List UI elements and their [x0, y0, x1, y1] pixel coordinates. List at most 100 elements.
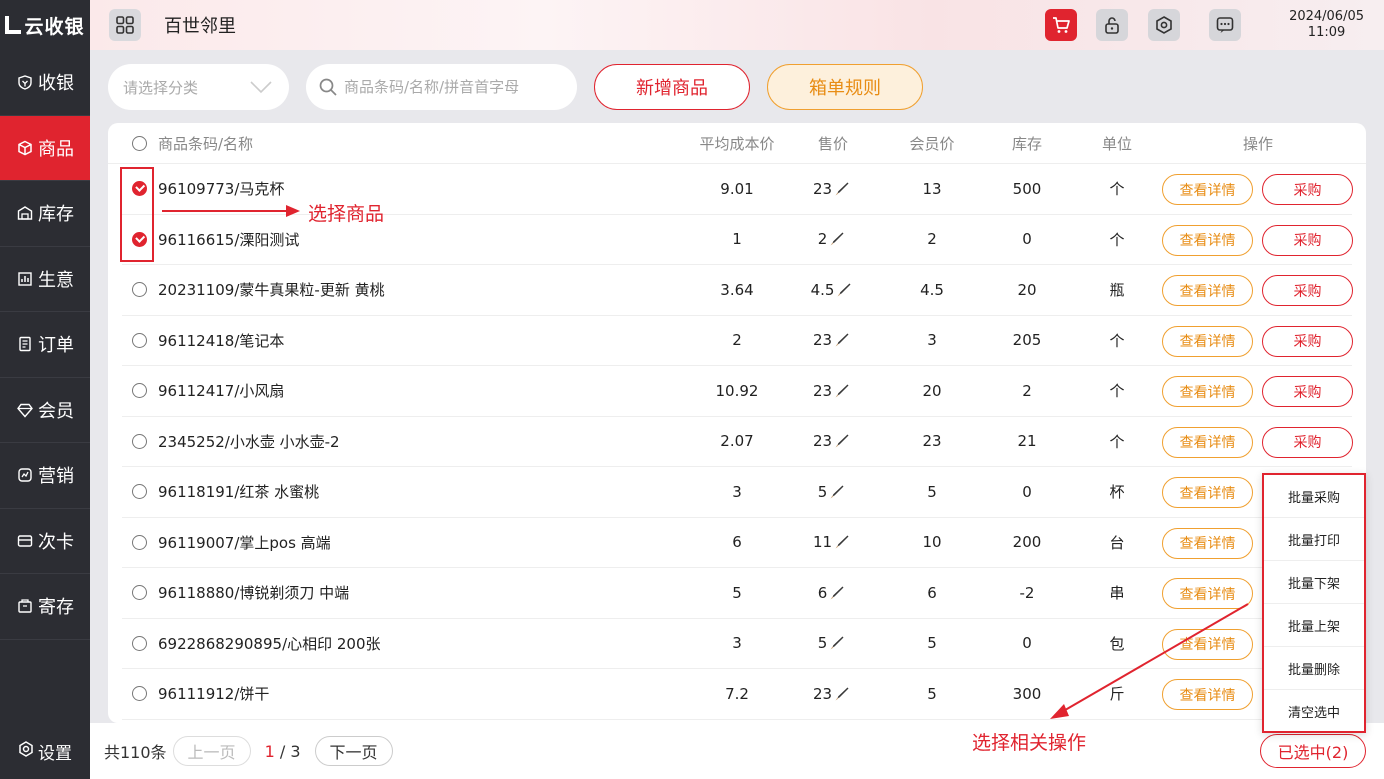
product-name: 2345252/小水壶 小水壶-2: [158, 432, 340, 451]
sale-price-cell: 5: [782, 619, 882, 669]
row-select-radio[interactable]: [132, 332, 147, 348]
view-detail-button[interactable]: 查看详情: [1162, 477, 1253, 508]
sale-price-cell: 23: [782, 366, 882, 416]
logo-mark-icon: [5, 16, 22, 34]
next-page-button[interactable]: 下一页: [314, 736, 393, 766]
sidebar-item-1[interactable]: 商品: [0, 115, 90, 181]
box-rules-button[interactable]: 箱单规则: [767, 64, 923, 110]
row-select-radio[interactable]: [132, 585, 147, 601]
table-row[interactable]: 2345252/小水壶 小水壶-2 2.07 23 23 21 个 查看详情 采购: [122, 417, 1353, 467]
purchase-button[interactable]: 采购: [1262, 426, 1353, 458]
edit-pencil-icon[interactable]: [833, 382, 851, 400]
grid-icon: [116, 16, 134, 34]
table-row[interactable]: 96112418/笔记本 2 23 3 205 个 查看详情 采购: [122, 316, 1353, 366]
row-select-radio[interactable]: [132, 282, 147, 298]
purchase-button[interactable]: 采购: [1262, 325, 1353, 357]
sidebar-item-8[interactable]: 寄存: [0, 574, 90, 640]
lock-button[interactable]: [1096, 9, 1128, 41]
view-detail-button[interactable]: 查看详情: [1162, 275, 1253, 306]
message-button[interactable]: [1209, 9, 1241, 41]
product-name: 96119007/掌上pos 高端: [158, 533, 331, 552]
purchase-button[interactable]: 采购: [1262, 174, 1353, 205]
batch-menu-item[interactable]: 批量上架: [1264, 604, 1364, 647]
edit-pencil-icon[interactable]: [833, 432, 851, 450]
batch-menu-item[interactable]: 清空选中: [1264, 690, 1364, 733]
row-select-radio[interactable]: [132, 635, 147, 651]
app-grid-button[interactable]: [109, 9, 141, 41]
sidebar-item-0[interactable]: 收银: [0, 50, 90, 116]
row-select-cell: [132, 467, 147, 517]
time-text: 11:09: [1307, 25, 1346, 40]
row-select-radio[interactable]: [132, 484, 147, 500]
purchase-button[interactable]: 采购: [1262, 224, 1353, 256]
table-row[interactable]: 20231109/蒙牛真果粒-更新 黄桃 3.64 4.5 4.5 20 瓶 查看详情 采购: [122, 265, 1353, 316]
unit: 瓶: [1109, 281, 1125, 300]
row-select-cell: [132, 366, 147, 416]
view-detail-button[interactable]: 查看详情: [1162, 426, 1253, 458]
purchase-button[interactable]: 采购: [1262, 275, 1353, 306]
edit-pencil-icon[interactable]: [828, 230, 846, 248]
sidebar-item-label: 生意: [38, 269, 74, 291]
view-detail-button[interactable]: 查看详情: [1162, 527, 1253, 559]
sale-price-cell: 23: [782, 316, 882, 366]
edit-pencil-icon[interactable]: [833, 533, 851, 551]
order-icon: [16, 335, 34, 353]
table-row[interactable]: 96118191/红茶 水蜜桃 3 5 5 0 杯 查看详情: [122, 467, 1352, 518]
batch-menu-item[interactable]: 批量下架: [1264, 561, 1364, 604]
row-select-radio[interactable]: [132, 383, 147, 399]
date-text: 2024/06/05: [1289, 9, 1364, 24]
sale-price-cell: 23: [782, 417, 882, 467]
new-product-button[interactable]: 新增商品: [594, 64, 750, 110]
table-row[interactable]: 96112417/小风扇 10.92 23 20 2 个 查看详情 采购: [122, 366, 1353, 417]
batch-menu-item[interactable]: 批量采购: [1264, 475, 1364, 518]
batch-menu-item[interactable]: 批量打印: [1264, 518, 1364, 561]
edit-pencil-icon[interactable]: [828, 483, 846, 501]
sidebar-item-6[interactable]: 营销: [0, 443, 90, 509]
category-select[interactable]: 请选择分类: [108, 64, 289, 110]
sidebar-item-4[interactable]: 订单: [0, 312, 90, 378]
logo-text: 云收银: [24, 15, 85, 38]
edit-pencil-icon[interactable]: [835, 281, 853, 299]
sidebar-item-2[interactable]: 库存: [0, 181, 90, 247]
product-name: 96116615/溧阳测试: [158, 230, 300, 249]
view-detail-button[interactable]: 查看详情: [1162, 325, 1253, 357]
table-row[interactable]: 96116615/溧阳测试 1 2 2 0 个 查看详情 采购: [122, 215, 1353, 265]
edit-pencil-icon[interactable]: [828, 634, 846, 652]
avg-cost: 3: [732, 482, 742, 501]
row-select-cell: [132, 417, 147, 467]
select-all-radio[interactable]: [132, 135, 147, 151]
search-input[interactable]: [344, 78, 554, 96]
sidebar-item-5[interactable]: 会员: [0, 378, 90, 443]
settings-icon: [18, 740, 34, 762]
edit-pencil-icon[interactable]: [828, 584, 846, 602]
batch-menu-item[interactable]: 批量删除: [1264, 647, 1364, 690]
edit-pencil-icon[interactable]: [833, 331, 851, 349]
table-row[interactable]: 96119007/掌上pos 高端 6 11 10 200 台 查看详情: [122, 518, 1352, 568]
sidebar-item-label: 寄存: [38, 597, 74, 619]
search-icon: [319, 78, 337, 96]
search-box[interactable]: [306, 64, 577, 110]
sale-price-cell: 11: [782, 518, 882, 568]
edit-pencil-icon[interactable]: [833, 180, 851, 198]
view-detail-button[interactable]: 查看详情: [1162, 174, 1253, 205]
sidebar-item-settings[interactable]: 设置: [0, 723, 90, 779]
selected-count-button[interactable]: 已选中(2): [1260, 734, 1366, 768]
warehouse-icon: [16, 204, 34, 222]
edit-pencil-icon[interactable]: [833, 685, 851, 703]
sidebar-nav: 收银 商品 库存生意订单 会员 营销 次卡寄存: [0, 50, 90, 640]
purchase-button[interactable]: 采购: [1262, 376, 1353, 407]
hexagon-settings-icon: [1156, 16, 1172, 34]
cart-button[interactable]: [1045, 9, 1077, 41]
sidebar-item-3[interactable]: 生意: [0, 247, 90, 312]
row-select-radio[interactable]: [132, 686, 147, 702]
settings-header-button[interactable]: [1148, 9, 1180, 41]
prev-page-button[interactable]: 上一页: [172, 736, 251, 766]
sidebar-item-7[interactable]: 次卡: [0, 509, 90, 574]
view-detail-button[interactable]: 查看详情: [1162, 224, 1253, 256]
row-select-radio[interactable]: [132, 534, 147, 550]
member-price: 5: [927, 684, 937, 703]
header-unit: 单位: [1101, 134, 1132, 153]
table-row[interactable]: 96109773/马克杯 9.01 23 13 500 个查看详情 采购: [122, 164, 1353, 215]
view-detail-button[interactable]: 查看详情: [1162, 376, 1253, 407]
row-select-radio[interactable]: [132, 433, 147, 449]
